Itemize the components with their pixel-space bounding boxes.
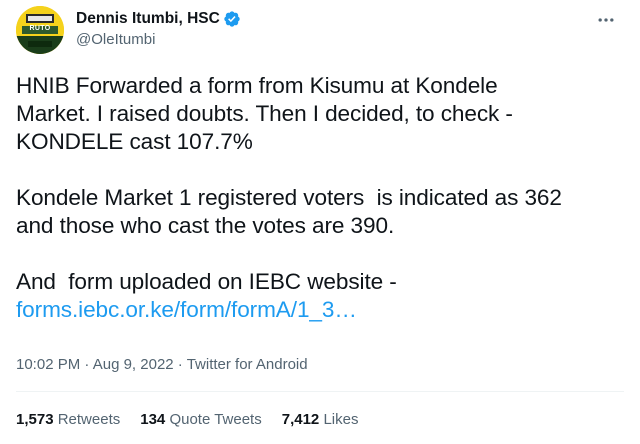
retweets-stat[interactable]: 1,573 Retweets: [16, 410, 120, 430]
tweet-link[interactable]: forms.iebc.or.ke/form/formA/1_3…: [16, 296, 628, 324]
tweet-text: HNIB Forwarded a form from Kisumu at Kon…: [16, 72, 628, 324]
likes-label: Likes: [319, 411, 359, 428]
paragraph-2: Kondele Market 1 registered voters is in…: [16, 184, 628, 240]
likes-count: 7,412: [281, 411, 320, 428]
avatar-caption: RUTO: [29, 25, 51, 32]
text-line: HNIB Forwarded a form from Kisumu at Kon…: [16, 73, 498, 98]
tweet-meta: 10:02 PM · Aug 9, 2022 · Twitter for And…: [16, 355, 308, 375]
name-row: Dennis Itumbi, HSC: [76, 9, 241, 29]
text-line: Market. I raised doubts. Then I decided,…: [16, 101, 513, 126]
divider: [16, 391, 624, 392]
tweet: RUTO Dennis Itumbi, HSC @OleItumbi HNIB …: [0, 0, 640, 444]
tweet-source[interactable]: Twitter for Android: [187, 356, 308, 373]
quotes-label: Quote Tweets: [165, 411, 262, 428]
tweet-header: RUTO Dennis Itumbi, HSC @OleItumbi: [16, 6, 624, 54]
paragraph-1: HNIB Forwarded a form from Kisumu at Kon…: [16, 72, 628, 156]
tweet-time[interactable]: 10:02 PM: [16, 356, 80, 373]
author-handle[interactable]: @OleItumbi: [76, 30, 241, 50]
retweets-label: Retweets: [53, 411, 121, 428]
text-line: KONDELE cast 107.7%: [16, 129, 253, 154]
tweet-date[interactable]: Aug 9, 2022: [93, 356, 174, 373]
retweets-count: 1,573: [16, 411, 54, 428]
text-line: and those who cast the votes are 390.: [16, 213, 395, 238]
display-name[interactable]: Dennis Itumbi, HSC: [76, 9, 220, 29]
author-names: Dennis Itumbi, HSC @OleItumbi: [76, 6, 241, 50]
quote-tweets-stat[interactable]: 134 Quote Tweets: [140, 410, 261, 430]
avatar[interactable]: RUTO: [16, 6, 64, 54]
meta-separator: ·: [173, 356, 187, 373]
verified-badge-icon: [223, 10, 241, 28]
engagement-stats: 1,573 Retweets 134 Quote Tweets 7,412 Li…: [16, 410, 358, 430]
likes-stat[interactable]: 7,412 Likes: [282, 410, 359, 430]
text-line: And form uploaded on IEBC website -: [16, 269, 397, 294]
text-line: Kondele Market 1 registered voters is in…: [16, 185, 562, 210]
quotes-count: 134: [140, 411, 166, 428]
paragraph-3: And form uploaded on IEBC website - form…: [16, 268, 628, 324]
more-options-icon[interactable]: [594, 10, 618, 30]
meta-separator: ·: [80, 356, 93, 373]
